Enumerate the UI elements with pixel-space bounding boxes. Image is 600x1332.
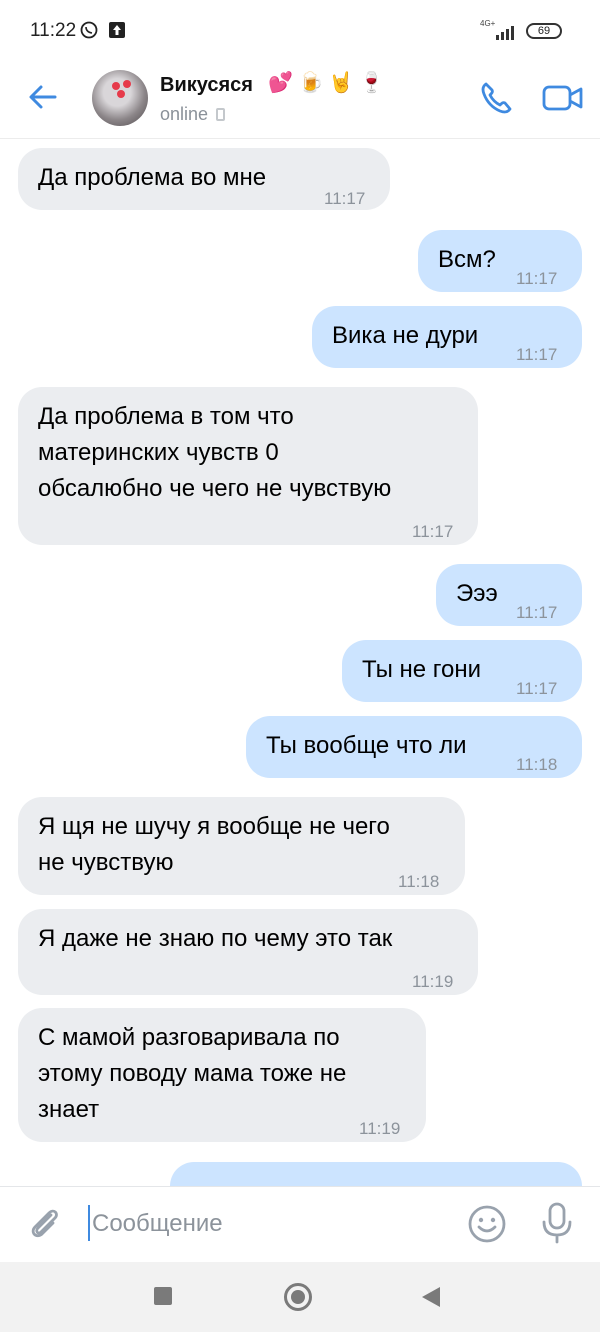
status-text: online: [160, 104, 209, 124]
text-cursor: [88, 1205, 90, 1241]
message-time: 11:17: [516, 345, 558, 364]
battery-icon: 69: [526, 23, 562, 39]
microphone-icon[interactable]: [540, 1201, 574, 1245]
outgoing-message[interactable]: Эээ 11:17: [436, 564, 582, 626]
whatsapp-icon: [80, 21, 98, 39]
message-text: Всм?: [438, 246, 496, 273]
message-text: Да проблема во мне: [38, 164, 267, 191]
outgoing-message-partial[interactable]: [170, 1162, 582, 1186]
contact-status: online: [160, 104, 226, 125]
outgoing-message[interactable]: Ты не гони 11:17: [342, 640, 582, 702]
recent-apps-icon[interactable]: [154, 1287, 172, 1305]
message-input[interactable]: [92, 1205, 432, 1243]
incoming-message[interactable]: С мамой разговаривала по этому поводу ма…: [18, 1008, 426, 1142]
phone-icon[interactable]: [476, 78, 516, 118]
contact-name-emoji: 💕 🍺 🤘 🍷: [268, 72, 385, 94]
message-text: Эээ: [456, 580, 498, 607]
back-arrow-icon[interactable]: [26, 80, 60, 114]
message-time: 11:19: [412, 972, 454, 991]
emoji-icon[interactable]: [466, 1203, 508, 1245]
message-text: Ты не гони: [362, 656, 482, 683]
paperclip-icon[interactable]: [24, 1203, 64, 1243]
signal-icon: [496, 26, 514, 40]
status-time: 11:22: [30, 20, 77, 41]
message-text: Я даже не знаю по чему это так: [38, 925, 393, 952]
message-list[interactable]: Да проблема во мне 11:17 Всм? 11:17 Вика…: [0, 138, 600, 1186]
incoming-message[interactable]: Да проблема в том что материнских чувств…: [18, 387, 478, 545]
incoming-message[interactable]: Да проблема во мне 11:17: [18, 148, 390, 210]
mobile-device-icon: [216, 108, 226, 121]
message-text: Ты вообще что ли: [266, 732, 467, 759]
composer-bar: [0, 1186, 600, 1263]
incoming-message[interactable]: Я щя не шучу я вообще не чего не чувству…: [18, 797, 465, 895]
message-time: 11:18: [516, 755, 558, 774]
home-icon[interactable]: [284, 1283, 312, 1311]
avatar[interactable]: [92, 70, 148, 126]
message-time: 11:18: [398, 872, 440, 891]
message-text: Я щя не шучу я вообще не чего не чувству…: [38, 813, 390, 876]
video-camera-icon[interactable]: [540, 78, 586, 118]
message-text: Да проблема в том что материнских чувств…: [38, 403, 392, 502]
system-navigation-bar: [0, 1262, 600, 1332]
message-time: 11:17: [516, 269, 558, 288]
outgoing-message[interactable]: Вика не дури 11:17: [312, 306, 582, 368]
outgoing-message[interactable]: Всм? 11:17: [418, 230, 582, 292]
outgoing-message[interactable]: Ты вообще что ли 11:18: [246, 716, 582, 778]
contact-name[interactable]: Викусяся: [160, 74, 253, 97]
status-bar: 11:22 4G+ 69: [0, 0, 600, 62]
chat-header: Викусяся 💕 🍺 🤘 🍷 online: [0, 62, 600, 139]
message-time: 11:17: [516, 679, 558, 698]
message-time: 11:17: [412, 522, 454, 541]
upload-notification-icon: [109, 22, 125, 38]
message-time: 11:19: [359, 1119, 401, 1138]
message-time: 11:17: [516, 603, 558, 622]
incoming-message[interactable]: Я даже не знаю по чему это так 11:19: [18, 909, 478, 995]
system-back-icon[interactable]: [422, 1287, 440, 1307]
message-text: С мамой разговаривала по этому поводу ма…: [38, 1024, 347, 1123]
message-text: Вика не дури: [332, 322, 479, 349]
message-time: 11:17: [324, 189, 366, 208]
